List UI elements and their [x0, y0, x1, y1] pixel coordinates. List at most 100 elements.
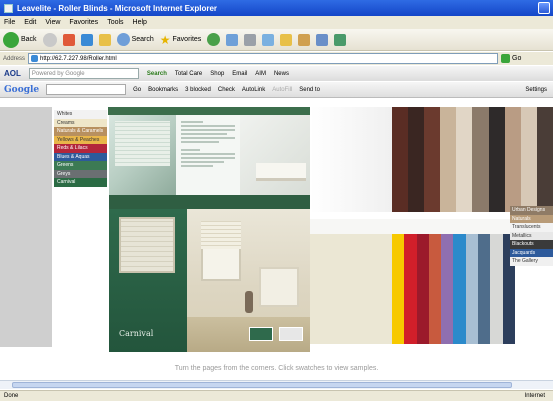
aol-search-button[interactable]: Search: [147, 71, 167, 77]
go-button[interactable]: Go: [501, 54, 521, 63]
extras-icon[interactable]: [334, 33, 347, 46]
category-metallics[interactable]: Metallics: [510, 231, 553, 240]
color-swatch[interactable]: [440, 107, 457, 212]
forward-button[interactable]: [42, 32, 57, 47]
edit-icon[interactable]: [262, 33, 275, 46]
refresh-icon[interactable]: [80, 33, 93, 46]
menu-tools[interactable]: Tools: [107, 19, 123, 26]
nav-item-greys[interactable]: Greys: [54, 169, 107, 178]
color-swatch[interactable]: [488, 107, 505, 212]
spell-check-button[interactable]: Check: [218, 87, 235, 93]
search-icon: [116, 33, 130, 46]
nav-item-blues-aquas[interactable]: Blues & Aquas: [54, 152, 107, 161]
color-swatch[interactable]: [536, 107, 553, 212]
aol-total-care[interactable]: Total Care: [175, 71, 202, 77]
fireplace-image: [259, 267, 299, 307]
nav-item-carnival[interactable]: Carnival: [54, 178, 107, 187]
menu-help[interactable]: Help: [133, 19, 147, 26]
category-jacquards[interactable]: Jacquards: [510, 248, 553, 257]
window-title: Leavelite - Roller Blinds - Microsoft In…: [17, 3, 218, 13]
aol-shop[interactable]: Shop: [210, 71, 224, 77]
roller-blind-image: [115, 121, 170, 166]
color-swatch[interactable]: [416, 234, 429, 344]
scrollbar-thumb[interactable]: [12, 382, 512, 388]
popup-blocked[interactable]: 3 blocked: [185, 87, 211, 93]
category-the-gallery[interactable]: The Gallery: [510, 257, 553, 266]
menu-file[interactable]: File: [4, 19, 15, 26]
nav-item-naturals-caramels[interactable]: Naturals & Caramels: [54, 127, 107, 136]
text-line: [181, 129, 235, 131]
category-naturals[interactable]: Naturals: [510, 214, 553, 223]
research-icon[interactable]: [316, 33, 329, 46]
blind-photo: [109, 115, 176, 195]
color-swatch[interactable]: [428, 234, 442, 344]
color-swatch[interactable]: [441, 234, 454, 344]
category-menu: Urban Designs Naturals Translucents Meta…: [510, 206, 553, 266]
window-close-button[interactable]: [538, 2, 550, 14]
google-go-button[interactable]: Go: [133, 87, 141, 93]
swatch-strip-top[interactable]: [392, 107, 553, 212]
print-icon[interactable]: [244, 33, 257, 46]
color-swatch[interactable]: [472, 107, 489, 212]
menu-edit[interactable]: Edit: [24, 19, 36, 26]
go-arrow-icon: [501, 54, 511, 63]
nav-item-greens[interactable]: Greens: [54, 161, 107, 170]
category-translucents[interactable]: Translucents: [510, 223, 553, 232]
category-blackouts[interactable]: Blackouts: [510, 240, 553, 249]
stop-icon[interactable]: [62, 33, 75, 46]
bookmarks-button[interactable]: Bookmarks: [148, 87, 178, 93]
aol-email[interactable]: Email: [232, 71, 247, 77]
settings-button[interactable]: Settings: [525, 87, 547, 93]
color-swatch[interactable]: [465, 234, 479, 344]
status-bar: Done Internet: [0, 390, 553, 401]
book-cover: Carnival: [109, 209, 187, 352]
nav-item-reds-lilacs[interactable]: Reds & Lilacs: [54, 144, 107, 153]
aol-search-input[interactable]: Powered by Google: [28, 68, 139, 79]
search-button[interactable]: Search: [116, 33, 154, 46]
book-mid-band: [109, 195, 310, 209]
favorites-button[interactable]: ★ Favorites: [160, 33, 202, 47]
color-swatch[interactable]: [456, 107, 473, 212]
address-label: Address: [3, 55, 26, 62]
color-swatch[interactable]: [453, 234, 466, 344]
color-swatch[interactable]: [478, 234, 491, 344]
menu-view[interactable]: View: [45, 19, 60, 26]
color-swatch[interactable]: [504, 107, 521, 212]
text-line: [181, 157, 235, 159]
mail-icon[interactable]: [226, 33, 239, 46]
google-logo[interactable]: Google: [4, 85, 39, 95]
nav-item-creams[interactable]: Creams: [54, 118, 107, 127]
send-to-button[interactable]: Send to: [299, 87, 320, 93]
nav-item-whites[interactable]: Whites: [54, 110, 107, 119]
google-search-input[interactable]: [46, 84, 127, 95]
menu-favorites[interactable]: Favorites: [69, 19, 98, 26]
category-urban-designs[interactable]: Urban Designs: [510, 206, 553, 215]
color-swatch[interactable]: [424, 107, 441, 212]
messenger-icon[interactable]: [298, 33, 311, 46]
folder-icon[interactable]: [280, 33, 293, 46]
back-button[interactable]: Back: [3, 31, 37, 48]
sample-book[interactable]: Whites Creams Naturals & Caramels Yellow…: [52, 107, 310, 352]
aol-news[interactable]: News: [274, 71, 289, 77]
color-swatch[interactable]: [490, 234, 503, 344]
horizontal-scrollbar[interactable]: [0, 380, 553, 389]
color-swatch[interactable]: [408, 107, 425, 212]
history-icon[interactable]: [207, 33, 221, 46]
swatch-strip-bottom[interactable]: [392, 234, 515, 344]
aol-logo[interactable]: AOL: [4, 69, 21, 78]
back-arrow-icon: [3, 31, 19, 48]
text-line: [181, 161, 225, 163]
aol-aim[interactable]: AIM: [255, 71, 266, 77]
nav-item-yellows-peaches[interactable]: Yellows & Peaches: [54, 135, 107, 144]
color-swatch[interactable]: [392, 234, 405, 344]
color-swatch[interactable]: [404, 234, 417, 344]
book-top-band: [108, 107, 310, 115]
vase-image: [245, 291, 253, 313]
color-swatch[interactable]: [520, 107, 537, 212]
autofill-button[interactable]: AutoFill: [272, 87, 292, 93]
autolink-button[interactable]: AutoLink: [242, 87, 265, 93]
page-icon: [31, 55, 39, 62]
home-icon[interactable]: [98, 33, 111, 46]
address-input[interactable]: http://62.7.227.98/Roller.html: [28, 53, 499, 64]
color-swatch[interactable]: [392, 107, 409, 212]
